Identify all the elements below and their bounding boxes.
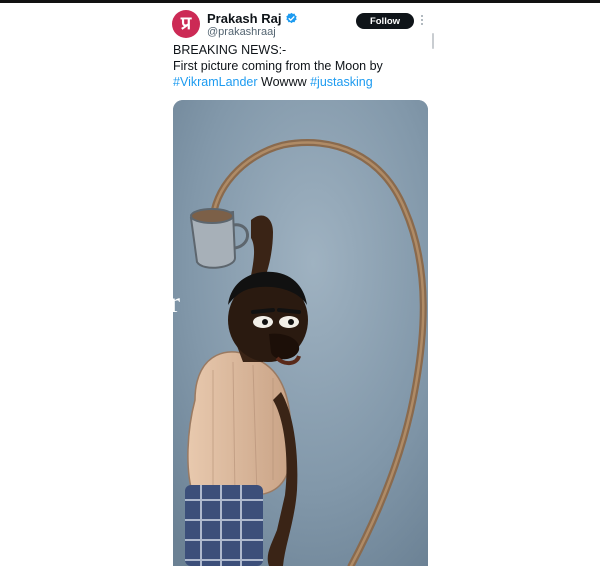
tea-pour-illustration: r [173,100,428,566]
tweet-text-line-2: First picture coming from the Moon by [173,59,383,73]
tweet-media-image[interactable]: r [173,100,428,566]
avatar-glyph: प्र [180,13,192,33]
tweet-text: BREAKING NEWS:- First picture coming fro… [173,42,433,90]
author-row: Prakash Raj [207,11,298,26]
hashtag-justasking[interactable]: #justasking [310,75,373,89]
more-options-icon[interactable] [421,14,424,28]
avatar[interactable]: प्र [172,10,200,38]
author-handle[interactable]: @prakashraaj [207,26,276,38]
tweet-text-line-3: #VikramLander Wowww #justasking [173,74,433,90]
checked-lungi [185,485,263,566]
tweet-card: प्र Prakash Raj @prakashraaj Follow BREA… [0,0,600,566]
verified-badge-icon [286,12,298,24]
follow-button[interactable]: Follow [356,13,414,29]
hashtag-vikramlander[interactable]: #VikramLander [173,75,258,89]
media-edge-text: r [173,286,180,319]
tweet-text-line-1: BREAKING NEWS:- [173,43,287,57]
author-name[interactable]: Prakash Raj [207,11,281,26]
tweet-text-wowww: Wowww [257,75,311,89]
